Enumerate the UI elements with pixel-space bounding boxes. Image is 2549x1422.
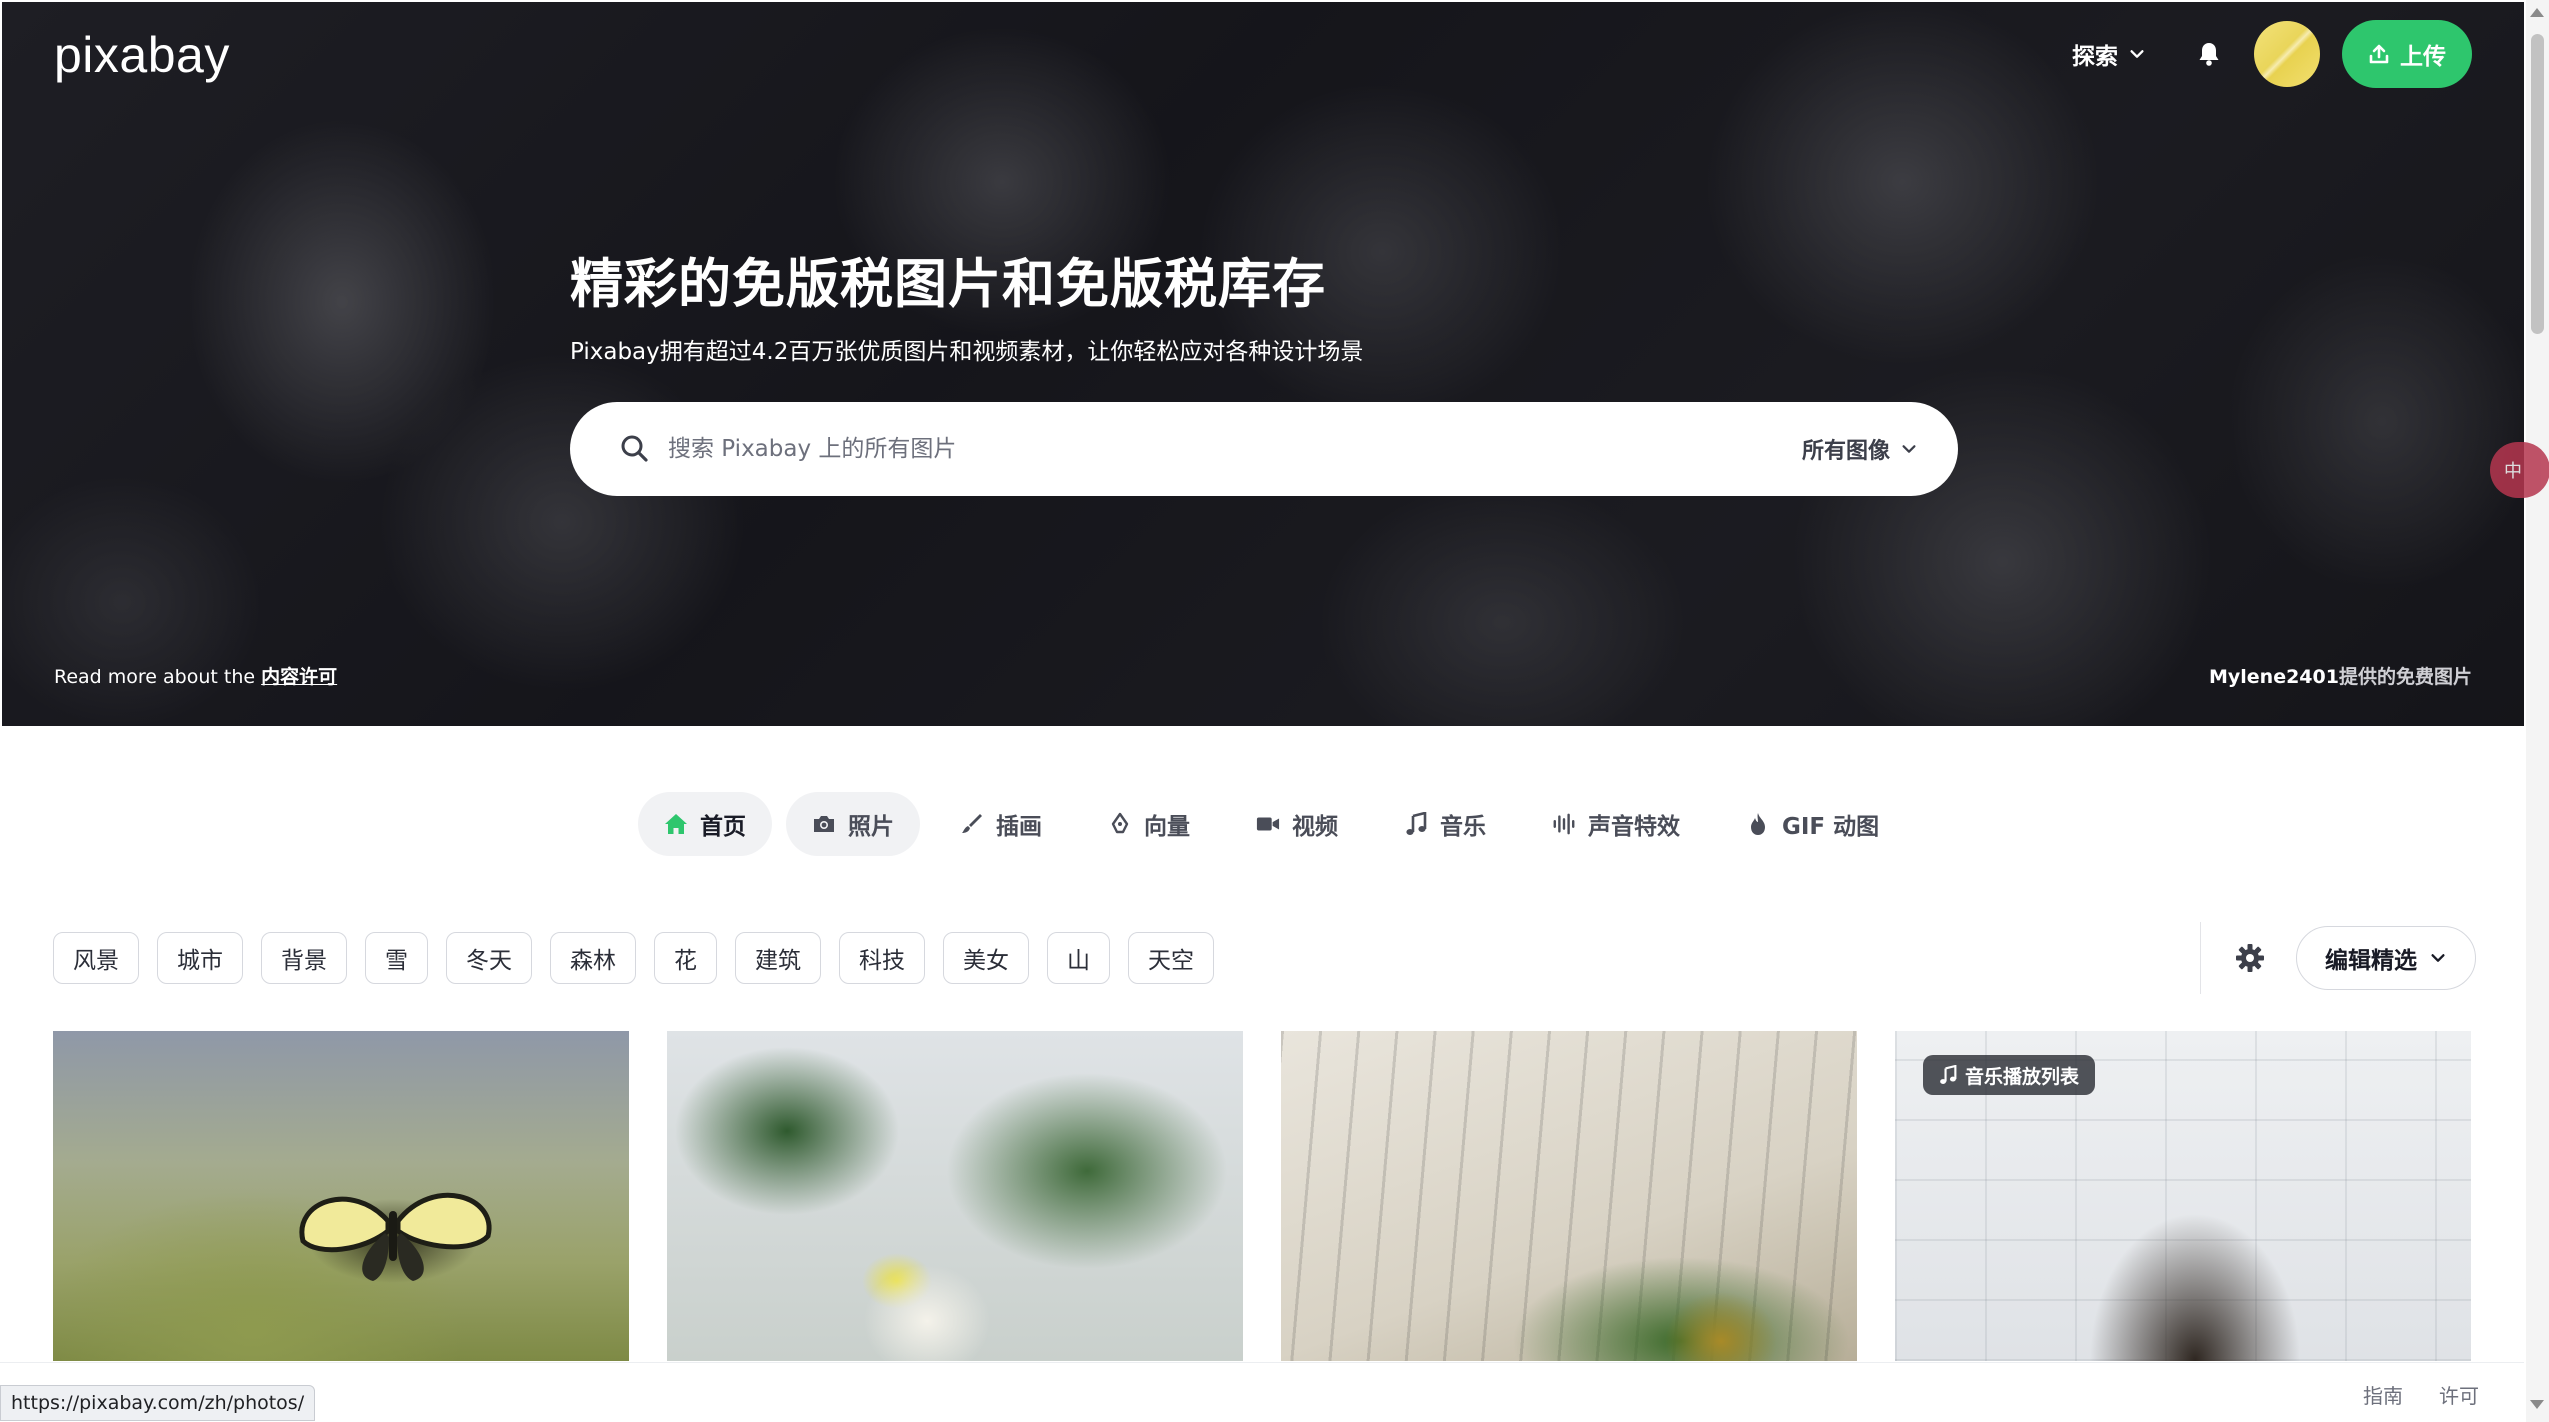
image-grid: 音乐播放列表: [53, 1031, 2471, 1361]
tab-gifs[interactable]: GIF 动图: [1720, 792, 1905, 856]
tag-chip[interactable]: 背景: [261, 932, 347, 984]
tab-music[interactable]: 音乐: [1378, 792, 1512, 856]
tab-videos[interactable]: 视频: [1230, 792, 1364, 856]
translate-extension-tab[interactable]: 中: [2490, 442, 2549, 498]
sound-wave-icon: [1552, 812, 1576, 836]
hero-subtitle: Pixabay拥有超过4.2百万张优质图片和视频素材，让你轻松应对各种设计场景: [570, 339, 1364, 365]
image-card-cockatoo[interactable]: [667, 1031, 1243, 1361]
tab-label: 音乐: [1440, 814, 1486, 840]
tab-label: 向量: [1144, 814, 1190, 840]
scroll-up-arrow-icon[interactable]: [2530, 8, 2544, 17]
license-prefix: Read more about the: [54, 666, 256, 688]
playlist-badge-label: 音乐播放列表: [1965, 1065, 2080, 1088]
tag-chip[interactable]: 雪: [365, 932, 428, 984]
search-icon[interactable]: [618, 432, 652, 466]
image-credit[interactable]: Mylene2401提供的免费图片: [2209, 662, 2472, 689]
tab-label: 插画: [996, 814, 1042, 840]
playlist-badge: 音乐播放列表: [1923, 1055, 2096, 1095]
scrollbar-thumb[interactable]: [2531, 34, 2544, 334]
top-navigation: 探索 上传: [2072, 20, 2472, 88]
chevron-down-icon: [2431, 954, 2445, 962]
tab-label: 视频: [1292, 814, 1338, 840]
browser-status-url: https://pixabay.com/zh/photos/: [0, 1385, 316, 1421]
tag-chip[interactable]: 花: [654, 932, 717, 984]
upload-button[interactable]: 上传: [2342, 20, 2472, 88]
chevron-down-icon: [1902, 445, 1916, 453]
music-note-icon: [1940, 1065, 1957, 1084]
sort-label: 编辑精选: [2325, 948, 2417, 974]
footer-links: 指南 许可: [2363, 1380, 2479, 1409]
gear-icon[interactable]: [2234, 942, 2266, 974]
tab-label: 首页: [700, 814, 746, 840]
butterfly-shape: [299, 1192, 492, 1281]
tab-sound-effects[interactable]: 声音特效: [1526, 792, 1706, 856]
scroll-down-arrow-icon[interactable]: [2530, 1400, 2544, 1409]
upload-label: 上传: [2400, 44, 2446, 70]
credit-suffix: 提供的免费图片: [2338, 666, 2472, 688]
tag-chip[interactable]: 风景: [53, 932, 139, 984]
tag-chip[interactable]: 城市: [157, 932, 243, 984]
credit-author[interactable]: Mylene2401: [2209, 666, 2339, 688]
tab-label: 声音特效: [1588, 814, 1680, 840]
footer-license-link[interactable]: 许可: [2439, 1380, 2479, 1409]
divider: [2200, 922, 2201, 994]
license-note: Read more about the 内容许可: [54, 662, 337, 689]
tag-chip[interactable]: 冬天: [446, 932, 532, 984]
side-pill-text: 中: [2504, 461, 2522, 482]
home-icon: [664, 812, 688, 836]
image-card-butterfly[interactable]: [53, 1031, 629, 1361]
search-type-label: 所有图像: [1801, 439, 1890, 464]
tab-label: GIF 动图: [1782, 814, 1880, 840]
footer-band: [0, 1362, 2524, 1422]
chevron-down-icon: [2130, 50, 2144, 58]
tag-chip[interactable]: 科技: [839, 932, 925, 984]
tag-chip[interactable]: 建筑: [735, 932, 821, 984]
upload-icon: [2369, 44, 2389, 64]
tag-chip[interactable]: 森林: [550, 932, 636, 984]
flame-icon: [1746, 812, 1770, 836]
search-input[interactable]: [668, 436, 1802, 462]
sort-dropdown[interactable]: 编辑精选: [2296, 926, 2476, 990]
tab-photos[interactable]: 照片: [786, 792, 920, 856]
tag-chip[interactable]: 美女: [943, 932, 1029, 984]
pen-nib-icon: [1108, 812, 1132, 836]
category-nav: 首页 照片 插画 向量 视频 音乐 声音特效 GIF 动图: [638, 792, 1905, 856]
image-card-whiteboard[interactable]: 音乐播放列表: [1895, 1031, 2471, 1361]
video-camera-icon: [1256, 812, 1280, 836]
search-bar: 所有图像: [570, 402, 1958, 496]
user-avatar[interactable]: [2254, 21, 2320, 87]
tab-home[interactable]: 首页: [638, 792, 772, 856]
image-card-sheet-music[interactable]: [1281, 1031, 1857, 1361]
tag-list: 风景 城市 背景 雪 冬天 森林 花 建筑 科技 美女 山 天空: [53, 932, 1214, 984]
footer-guide-link[interactable]: 指南: [2363, 1380, 2403, 1409]
license-link[interactable]: 内容许可: [261, 666, 337, 688]
notification-bell-icon[interactable]: [2194, 39, 2224, 69]
tab-vectors[interactable]: 向量: [1082, 792, 1216, 856]
tag-chip[interactable]: 山: [1047, 932, 1110, 984]
brush-icon: [960, 812, 984, 836]
hero-banner: pixabay 探索 上传 精彩的免版税图片和免版税库存 Pixabay拥有超过…: [2, 2, 2524, 726]
tab-illustrations[interactable]: 插画: [934, 792, 1068, 856]
hero-title: 精彩的免版税图片和免版税库存: [570, 254, 1326, 315]
music-note-icon: [1404, 812, 1428, 836]
camera-icon: [812, 812, 836, 836]
tag-chip[interactable]: 天空: [1128, 932, 1214, 984]
tab-label: 照片: [848, 814, 894, 840]
explore-label: 探索: [2072, 44, 2118, 70]
search-type-dropdown[interactable]: 所有图像: [1802, 433, 1918, 465]
explore-menu[interactable]: 探索: [2072, 37, 2146, 71]
pixabay-logo[interactable]: pixabay: [54, 26, 230, 84]
